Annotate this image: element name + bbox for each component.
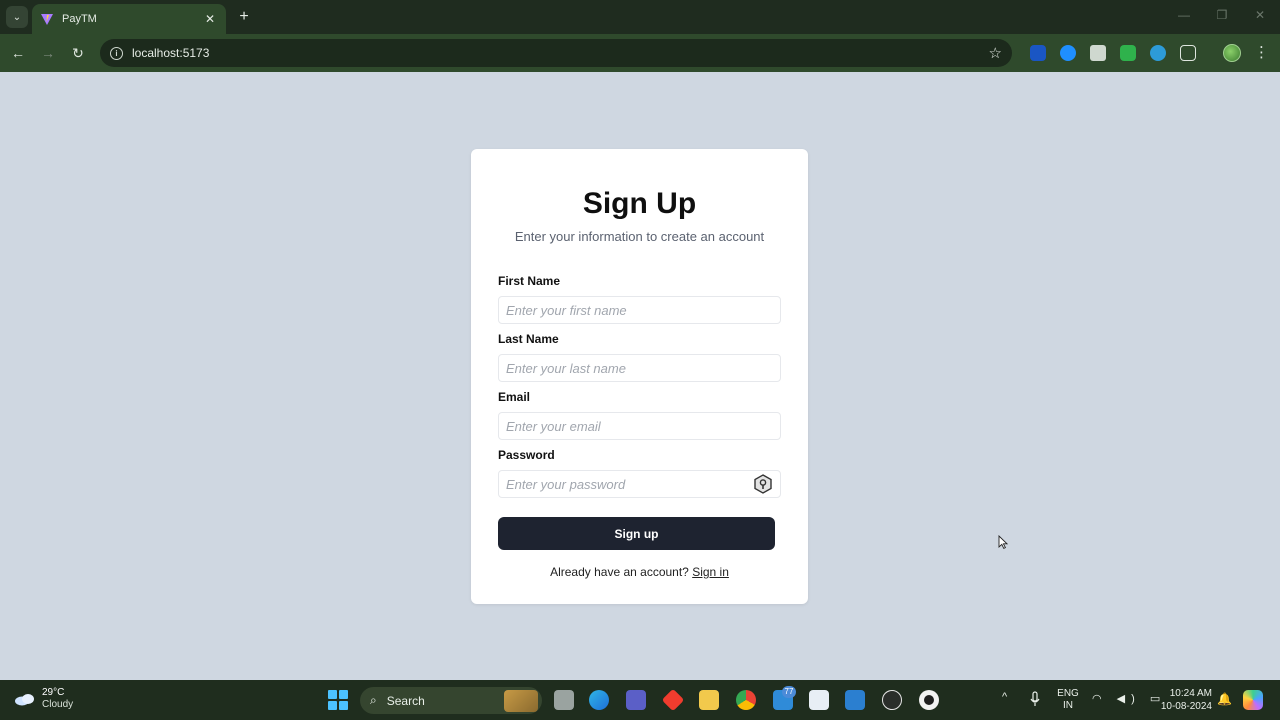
windows-logo-pane (339, 690, 348, 699)
sign-up-button[interactable]: Sign up (498, 517, 775, 550)
browser-tab-bar: ⌄ PayTM ✕ + — ❐ ✕ (0, 0, 1280, 34)
notification-bell-icon[interactable]: 🔔 (1217, 692, 1232, 706)
search-icon: ⌕ (370, 693, 377, 707)
weather-condition: Cloudy (42, 699, 74, 710)
minimize-button[interactable]: — (1172, 8, 1196, 22)
microphone-icon[interactable] (1030, 691, 1040, 707)
address-url: localhost:5173 (132, 46, 210, 60)
puzzle-extensions-icon[interactable] (1180, 45, 1196, 61)
start-button[interactable] (328, 690, 348, 710)
sign-in-prompt: Already have an account? Sign in (471, 565, 808, 579)
password-manager-key-icon[interactable] (753, 474, 773, 494)
page-title: Sign Up (582, 187, 697, 220)
edge-icon[interactable] (589, 690, 609, 710)
page-viewport: Sign Up Enter your information to create… (0, 72, 1280, 680)
windows-logo-pane (328, 701, 337, 710)
site-info-icon[interactable]: i (110, 46, 123, 60)
tab-close-icon[interactable]: ✕ (202, 12, 218, 26)
bitwarden-icon[interactable] (1030, 45, 1046, 61)
bookmark-star-icon[interactable]: ☆ (989, 44, 1002, 62)
forward-button[interactable]: → (38, 43, 58, 63)
profile-avatar[interactable] (1223, 44, 1241, 62)
browser-tab-paytm[interactable]: PayTM ✕ (32, 4, 226, 34)
browser-toolbar: ← → ↻ i localhost:5173 ☆ ⋮ (0, 34, 1280, 72)
copilot-icon[interactable] (1243, 690, 1263, 710)
system-clock[interactable]: 10:24 AM 10-08-2024 (1156, 687, 1212, 713)
back-button[interactable]: ← (8, 43, 28, 63)
shield-extension-icon[interactable] (1120, 45, 1136, 61)
vscode-icon[interactable] (845, 690, 865, 710)
folder-icon[interactable] (699, 690, 719, 710)
weather-widget[interactable]: 29°C Cloudy (14, 687, 73, 711)
region-code: IN (1063, 700, 1073, 711)
browser-menu-icon[interactable]: ⋮ (1254, 43, 1269, 63)
sign-in-prompt-text: Already have an account? (550, 565, 689, 579)
clock-time: 10:24 AM (1169, 688, 1212, 699)
language-indicator[interactable]: ENG IN (1056, 688, 1080, 712)
shazam-icon[interactable] (1060, 45, 1076, 61)
reload-button[interactable]: ↻ (68, 43, 88, 63)
email-input[interactable] (498, 412, 781, 440)
tab-title: PayTM (62, 13, 97, 25)
windows-logo-pane (328, 690, 337, 699)
first-name-label: First Name (498, 274, 561, 288)
store-icon[interactable] (809, 690, 829, 710)
language-code: ENG (1057, 688, 1079, 699)
tab-list-button[interactable]: ⌄ (6, 6, 28, 28)
teams-icon[interactable] (626, 690, 646, 710)
new-tab-button[interactable]: + (234, 7, 254, 27)
obs-icon[interactable] (882, 690, 902, 710)
file-explorer-icon[interactable] (554, 690, 574, 710)
mongodb-icon[interactable] (919, 690, 939, 710)
window-close-button[interactable]: ✕ (1248, 8, 1272, 22)
globe-extension-icon[interactable] (1150, 45, 1166, 61)
clock-date: 10-08-2024 (1160, 701, 1212, 712)
weather-temperature: 29°C (42, 687, 65, 698)
git-icon[interactable] (661, 688, 685, 712)
first-name-input[interactable] (498, 296, 781, 324)
taskbar: 29°C Cloudy ⌕ Search ^ ENG IN ◠ ◀) ▭ 10:… (0, 680, 1280, 720)
last-name-input[interactable] (498, 354, 781, 382)
restore-button[interactable]: ❐ (1210, 8, 1234, 22)
sign-in-link[interactable]: Sign in (692, 565, 729, 579)
signup-card: Sign Up Enter your information to create… (471, 149, 808, 604)
mouse-cursor-icon (998, 535, 1008, 549)
search-highlight-image (504, 689, 538, 712)
password-label: Password (498, 448, 555, 462)
show-hidden-icons-button[interactable]: ^ (1002, 691, 1007, 703)
cloud-icon (15, 694, 34, 706)
page-subtitle: Enter your information to create an acco… (514, 229, 765, 244)
chrome-icon[interactable] (736, 690, 756, 710)
last-name-label: Last Name (498, 332, 559, 346)
search-label: Search (386, 693, 425, 708)
taskbar-search[interactable]: ⌕ Search (360, 687, 542, 714)
mail-badge: 77 (782, 686, 796, 698)
hexagon-extension-icon[interactable] (1090, 45, 1106, 61)
email-label: Email (498, 390, 531, 404)
vite-favicon-icon (41, 14, 53, 25)
address-bar[interactable]: i localhost:5173 ☆ (100, 39, 1012, 67)
password-input[interactable] (498, 470, 781, 498)
windows-logo-pane (339, 701, 348, 710)
